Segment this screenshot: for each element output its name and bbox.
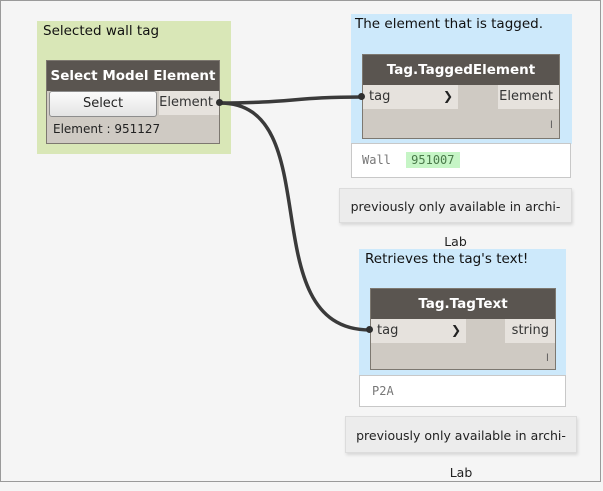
tag-tag-text-node[interactable]: Tag.TagText tag ❯ string l	[370, 288, 556, 370]
output-port-string[interactable]: string	[505, 319, 555, 343]
chevron-right-icon: ❯	[451, 323, 462, 337]
tagged-element-preview: Wall 951007	[351, 143, 571, 178]
preview-type: Wall	[362, 153, 391, 167]
wire-element-to-tagged	[219, 95, 363, 105]
note-archi-lab-1[interactable]: previously only available in archi-Lab	[339, 188, 572, 249]
output-port-element[interactable]: Element	[498, 85, 559, 109]
selection-status: Element : 951127	[53, 122, 161, 136]
output-port-element[interactable]: Element	[159, 91, 219, 115]
select-button[interactable]: Select	[49, 91, 157, 117]
node-title: Tag.TaggedElement	[363, 55, 559, 85]
output-port-dot[interactable]	[216, 99, 223, 106]
chevron-right-icon: ❯	[443, 89, 454, 103]
select-model-element-node[interactable]: Select Model Element Select Element Elem…	[46, 60, 220, 144]
preview-value: P2A	[372, 384, 394, 398]
input-port-dot[interactable]	[358, 93, 365, 100]
input-port-dot[interactable]	[366, 326, 373, 333]
input-port-label: tag	[377, 323, 399, 338]
tag-tagged-element-node[interactable]: Tag.TaggedElement tag ❯ Element l	[362, 54, 560, 139]
tag-text-preview: P2A	[359, 375, 566, 407]
input-port-label: tag	[369, 89, 391, 104]
node-title: Select Model Element	[47, 61, 219, 91]
lacing-indicator[interactable]: l	[550, 120, 553, 131]
preview-element-id[interactable]: 951007	[406, 152, 460, 168]
lacing-indicator[interactable]: l	[546, 353, 549, 364]
node-title: Tag.TagText	[371, 289, 555, 319]
note-archi-lab-2[interactable]: previously only available in archi-Lab	[345, 416, 577, 480]
